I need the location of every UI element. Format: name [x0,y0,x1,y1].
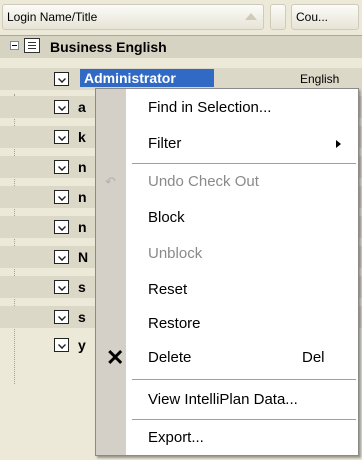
user-icon [54,190,69,204]
table-row[interactable]: Administrator English [0,68,362,90]
menu-item-label: Filter [148,135,182,152]
user-icon [54,160,69,174]
menu-item-label: Block [148,209,185,226]
user-name: Administrator [80,69,214,87]
sort-ascending-icon [245,13,257,20]
user-name: a [78,99,86,115]
group-label: Business English [50,39,167,55]
tree-group-row[interactable]: Business English [0,36,362,58]
menu-separator [132,163,356,164]
menu-separator [132,419,356,420]
user-icon [54,280,69,294]
menu-item-delete[interactable]: ✕ Delete Del [96,341,358,375]
user-name: s [78,309,86,325]
column-header-login[interactable]: Login Name/Title [2,4,264,30]
column-header-blank[interactable] [270,4,286,30]
menu-item-label: Reset [148,281,188,298]
context-menu: Find in Selection... Filter ↶ Undo Check… [95,88,359,456]
list-header: Login Name/Title Cou... [0,0,362,36]
menu-item-undo-check-out[interactable]: ↶ Undo Check Out [96,165,358,199]
menu-item-label: Find in Selection... [148,99,272,116]
menu-item-unblock[interactable]: Unblock [96,237,358,271]
user-icon [54,72,69,86]
user-name: n [78,189,87,205]
menu-item-find-in-selection[interactable]: Find in Selection... [96,91,358,125]
menu-item-label: Delete [148,349,192,366]
undo-icon: ↶ [105,174,116,189]
menu-item-restore[interactable]: Restore [96,307,358,341]
user-icon [54,220,69,234]
group-folder-icon [24,38,40,53]
delete-x-icon: ✕ [106,345,125,370]
menu-item-shortcut: Del [302,349,325,366]
menu-item-export[interactable]: Export... [96,421,358,455]
menu-item-view-intelliplan-data[interactable]: View IntelliPlan Data... [96,383,358,417]
menu-item-label: View IntelliPlan Data... [148,391,298,408]
menu-item-block[interactable]: Block [96,201,358,235]
user-icon [54,338,69,352]
menu-item-label: Unblock [148,245,203,262]
user-name: y [78,337,86,353]
user-name: k [78,129,86,145]
user-icon [54,250,69,264]
user-name: s [78,279,86,295]
column-header-country-label: Cou... [296,10,329,24]
menu-item-reset[interactable]: Reset [96,273,358,307]
user-icon [54,130,69,144]
menu-separator [132,379,356,380]
submenu-arrow-icon [336,140,341,148]
user-icon [54,310,69,324]
menu-item-label: Restore [148,315,201,332]
column-header-country[interactable]: Cou... [291,4,359,30]
menu-item-label: Export... [148,429,204,446]
menu-item-label: Undo Check Out [148,173,259,190]
collapse-icon[interactable] [10,41,19,50]
column-header-login-label: Login Name/Title [7,10,98,24]
user-name: N [78,249,89,265]
user-icon [54,100,69,114]
menu-item-filter[interactable]: Filter [96,127,358,161]
user-name: n [78,159,87,175]
user-name: n [78,219,87,235]
user-country: English [300,72,340,86]
